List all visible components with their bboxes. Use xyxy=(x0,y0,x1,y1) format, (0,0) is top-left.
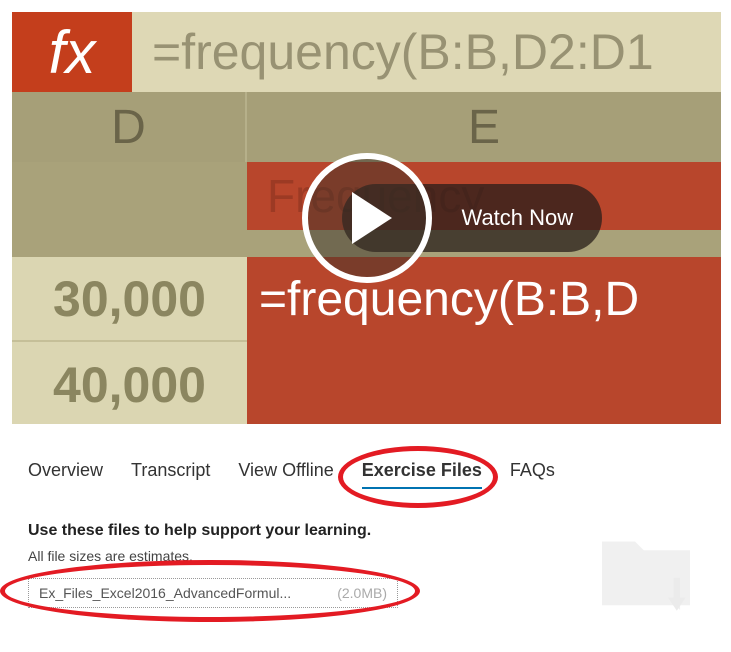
exercise-file-link[interactable]: Ex_Files_Excel2016_AdvancedFormul... (2.… xyxy=(28,578,398,608)
tab-view-offline[interactable]: View Offline xyxy=(238,460,333,489)
tab-content: Use these files to help support your lea… xyxy=(0,504,731,626)
download-folder-icon xyxy=(591,514,701,629)
file-name: Ex_Files_Excel2016_AdvancedFormul... xyxy=(39,585,291,601)
tab-exercise-files[interactable]: Exercise Files xyxy=(362,460,482,489)
fx-box: fx xyxy=(12,12,132,92)
video-player[interactable]: fx =frequency(B:B,D2:D1 D E Frequency 30… xyxy=(12,12,721,424)
tab-overview[interactable]: Overview xyxy=(28,460,103,489)
formula-bar: =frequency(B:B,D2:D1 xyxy=(132,12,721,92)
tab-transcript[interactable]: Transcript xyxy=(131,460,210,489)
cell-40000: 40,000 xyxy=(12,342,247,424)
watch-now-label: Watch Now xyxy=(462,205,574,231)
cell-blank xyxy=(247,342,721,424)
column-header-e: E xyxy=(247,92,721,162)
tab-bar: Overview Transcript View Offline Exercis… xyxy=(0,436,731,504)
tab-faqs[interactable]: FAQs xyxy=(510,460,555,489)
column-header-d: D xyxy=(12,92,247,162)
play-button[interactable] xyxy=(302,153,432,283)
play-icon xyxy=(352,192,392,244)
cell-30000: 30,000 xyxy=(12,257,247,342)
file-size: (2.0MB) xyxy=(337,585,387,601)
